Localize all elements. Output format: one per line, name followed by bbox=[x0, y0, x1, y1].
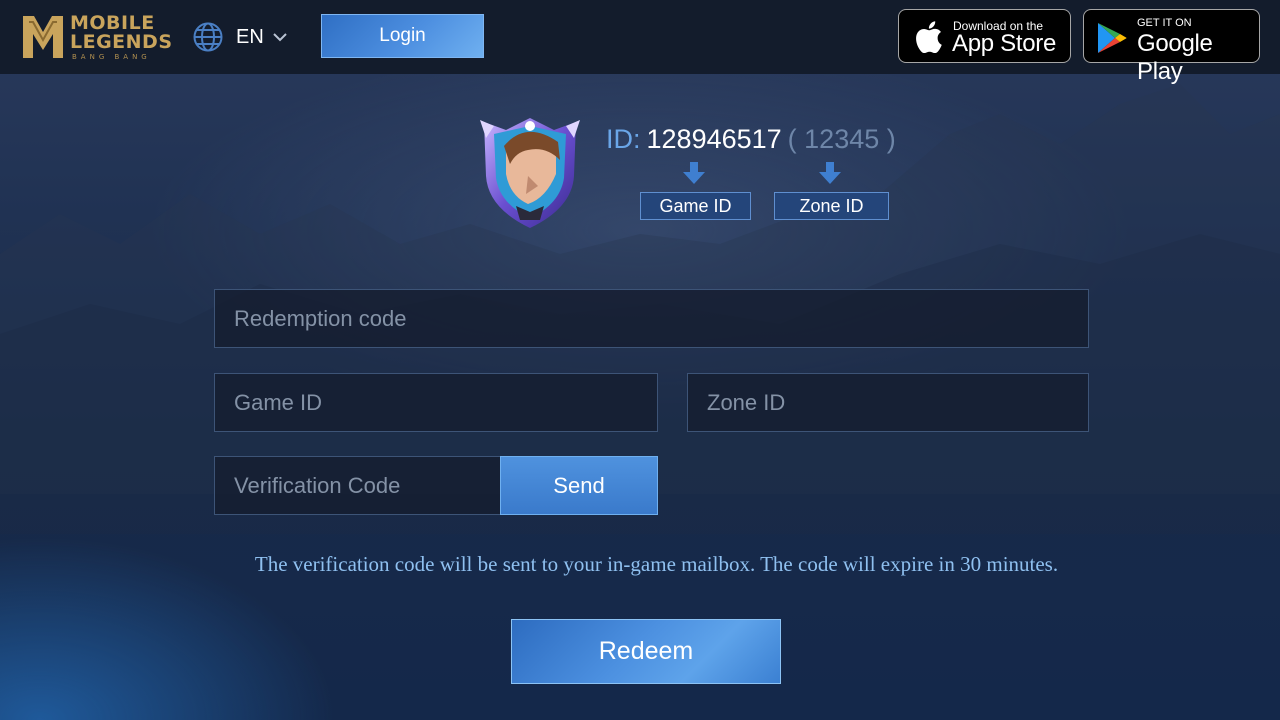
verification-note: The verification code will be sent to yo… bbox=[254, 552, 1059, 576]
send-code-button[interactable]: Send bbox=[500, 456, 658, 515]
redemption-code-input[interactable]: Redemption code bbox=[214, 289, 1089, 348]
id-label: ID: bbox=[606, 124, 641, 154]
zone-id-input[interactable]: Zone ID bbox=[687, 373, 1089, 432]
google-play-big-text: Google Play bbox=[1137, 30, 1213, 85]
logo-text-legends: LEGENDS bbox=[70, 31, 173, 53]
zone-id-tag: Zone ID bbox=[774, 192, 889, 220]
language-selector[interactable]: EN bbox=[192, 20, 288, 54]
arrow-down-icon bbox=[819, 162, 841, 184]
redeem-button[interactable]: Redeem bbox=[511, 619, 781, 684]
top-navigation-bar: MOBILE LEGENDS BANG BANG EN Login Downlo… bbox=[0, 0, 1280, 85]
apple-icon bbox=[916, 21, 942, 53]
login-button[interactable]: Login bbox=[321, 14, 484, 58]
ml-logo-mark-icon bbox=[23, 16, 63, 58]
google-play-small-text: GET IT ON bbox=[1137, 17, 1192, 29]
google-play-icon bbox=[1098, 23, 1127, 53]
logo-text-bang-bang: BANG BANG bbox=[72, 53, 151, 61]
game-id-value: 128946517 bbox=[646, 124, 782, 154]
mobile-legends-logo[interactable]: MOBILE LEGENDS BANG BANG bbox=[20, 10, 172, 64]
player-id-line: ID: 128946517( 12345 ) bbox=[606, 124, 896, 155]
game-id-tag: Game ID bbox=[640, 192, 751, 220]
app-store-button[interactable]: Download on the App Store bbox=[898, 9, 1071, 63]
zone-id-value: ( 12345 ) bbox=[787, 124, 896, 154]
verification-code-input[interactable]: Verification Code bbox=[214, 456, 501, 515]
app-store-big-text: App Store bbox=[952, 30, 1057, 57]
game-id-input[interactable]: Game ID bbox=[214, 373, 658, 432]
player-avatar bbox=[480, 118, 580, 228]
google-play-button[interactable]: GET IT ON Google Play bbox=[1083, 9, 1260, 85]
chevron-down-icon bbox=[273, 33, 287, 42]
globe-icon bbox=[193, 22, 223, 52]
language-code: EN bbox=[236, 25, 264, 48]
arrow-down-icon bbox=[683, 162, 705, 184]
